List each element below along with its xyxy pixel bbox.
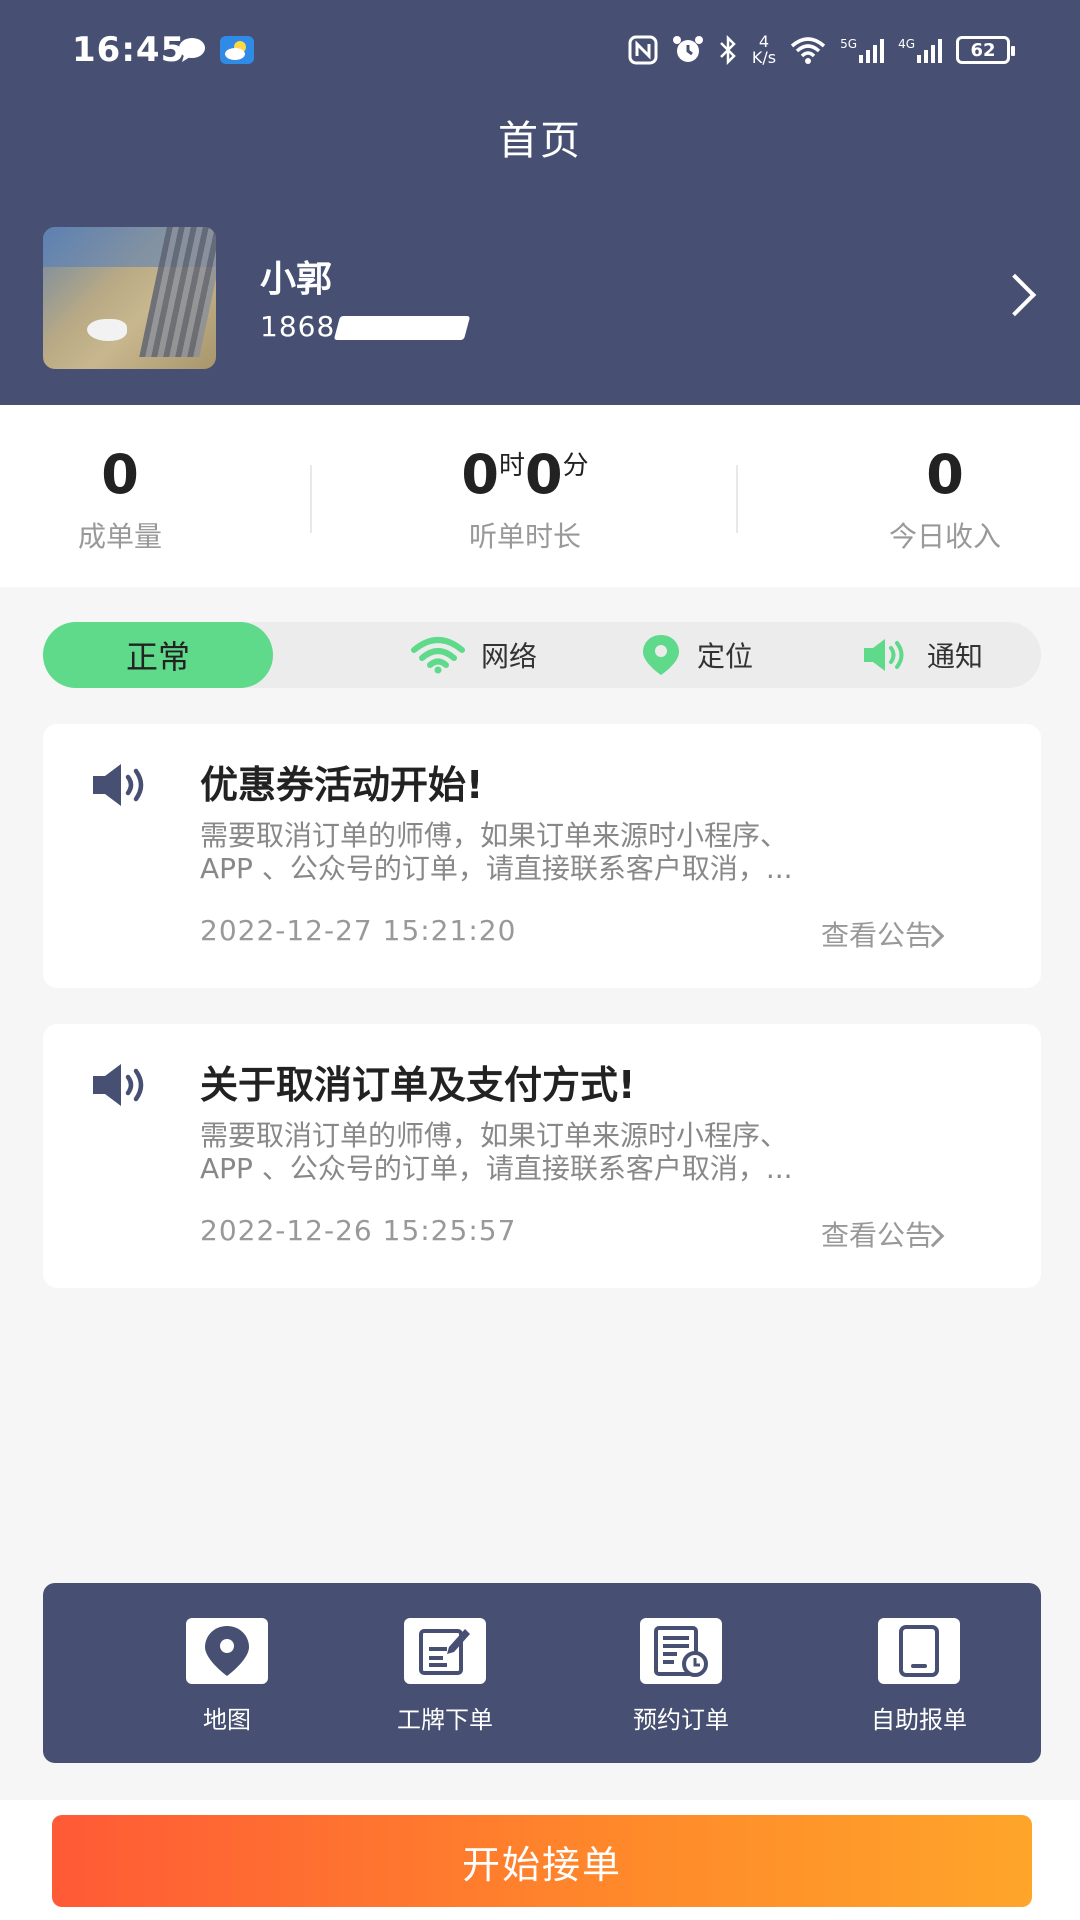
notice-body: 需要取消订单的师傅，如果订单来源时小程序、 APP 、公众号的订单，请直接联系客…	[200, 1119, 793, 1185]
stat-income: 0 今日收入	[845, 405, 1045, 587]
listen-time-value: 0时0分	[461, 443, 589, 506]
income-value: 0	[926, 443, 964, 506]
signal-bars-icon	[917, 37, 942, 63]
user-name: 小郭	[260, 259, 333, 300]
map-pin-icon	[186, 1618, 268, 1684]
notice-title: 关于取消订单及支付方式!	[200, 1063, 636, 1107]
income-label: 今日收入	[888, 520, 1001, 553]
signal-4g: 4G	[898, 37, 942, 63]
tablet-icon	[878, 1618, 960, 1684]
self-report-button[interactable]: 自助报单	[839, 1618, 999, 1735]
status-location: 定位	[641, 622, 753, 688]
status-right-icons: 4 K/s 5G 4G 62	[628, 30, 1015, 70]
reserve-order-button[interactable]: 预约订单	[601, 1618, 761, 1735]
notice-date: 2022-12-26 15:25:57	[200, 1214, 517, 1247]
page-title: 首页	[498, 118, 582, 164]
weather-icon	[220, 36, 254, 64]
alarm-icon	[672, 36, 703, 62]
speaker-icon	[864, 639, 904, 671]
status-row: 正常 网络 定位 通知	[43, 622, 1041, 688]
notice-body: 需要取消订单的师傅，如果订单来源时小程序、 APP 、公众号的订单，请直接联系客…	[200, 819, 793, 885]
speaker-icon	[91, 762, 153, 812]
status-normal-pill: 正常	[43, 622, 273, 688]
badge-order-button[interactable]: 工牌下单	[365, 1618, 525, 1735]
user-phone: 1868	[260, 310, 471, 343]
status-notify: 通知	[861, 622, 983, 688]
orders-label: 成单量	[77, 520, 162, 553]
header: 16:45 4 K/s 5G 4G 62 首页 小郭 1868	[0, 0, 1080, 405]
phone-redaction	[334, 316, 471, 340]
signal-bars-icon	[859, 37, 885, 63]
view-notice-link[interactable]: 查看公告	[821, 1214, 933, 1254]
location-pin-icon	[643, 635, 679, 675]
map-button[interactable]: 地图	[147, 1618, 307, 1735]
schedule-list-icon	[640, 1618, 722, 1684]
profile-chevron-right-icon[interactable]	[993, 273, 1037, 317]
signal-5g: 5G	[840, 37, 885, 63]
notice-card[interactable]: 关于取消订单及支付方式! 需要取消订单的师傅，如果订单来源时小程序、 APP 、…	[43, 1024, 1041, 1288]
message-icon	[178, 36, 206, 64]
view-notice-link[interactable]: 查看公告	[821, 914, 933, 954]
stat-listen-time: 0时0分 听单时长	[400, 405, 650, 587]
nfc-icon	[628, 35, 658, 65]
avatar[interactable]	[43, 227, 216, 369]
stats-divider	[310, 465, 312, 533]
stats-divider	[736, 465, 738, 533]
speaker-icon	[91, 1062, 153, 1112]
stats-panel: 0 成单量 0时0分 听单时长 0 今日收入	[0, 405, 1080, 587]
notice-date: 2022-12-27 15:21:20	[200, 914, 517, 947]
orders-value: 0	[101, 443, 139, 506]
listen-time-label: 听单时长	[468, 520, 581, 553]
start-accepting-orders-button[interactable]: 开始接单	[52, 1815, 1032, 1907]
wifi-icon	[790, 37, 826, 64]
wifi-icon	[411, 637, 465, 674]
quick-actions-toolbar: 地图 工牌下单 预约订单 自助报单	[43, 1583, 1041, 1763]
bluetooth-icon	[720, 35, 736, 65]
notice-title: 优惠券活动开始!	[200, 763, 484, 807]
stat-orders: 0 成单量	[20, 405, 220, 587]
notice-card[interactable]: 优惠券活动开始! 需要取消订单的师傅，如果订单来源时小程序、 APP 、公众号的…	[43, 724, 1041, 988]
battery-icon: 62	[956, 36, 1015, 64]
net-speed: 4 K/s	[751, 32, 777, 67]
status-time: 16:45	[72, 30, 186, 70]
edit-form-icon	[404, 1618, 486, 1684]
status-bar: 16:45 4 K/s 5G 4G 62	[0, 0, 1080, 100]
status-network: 网络	[411, 622, 537, 688]
